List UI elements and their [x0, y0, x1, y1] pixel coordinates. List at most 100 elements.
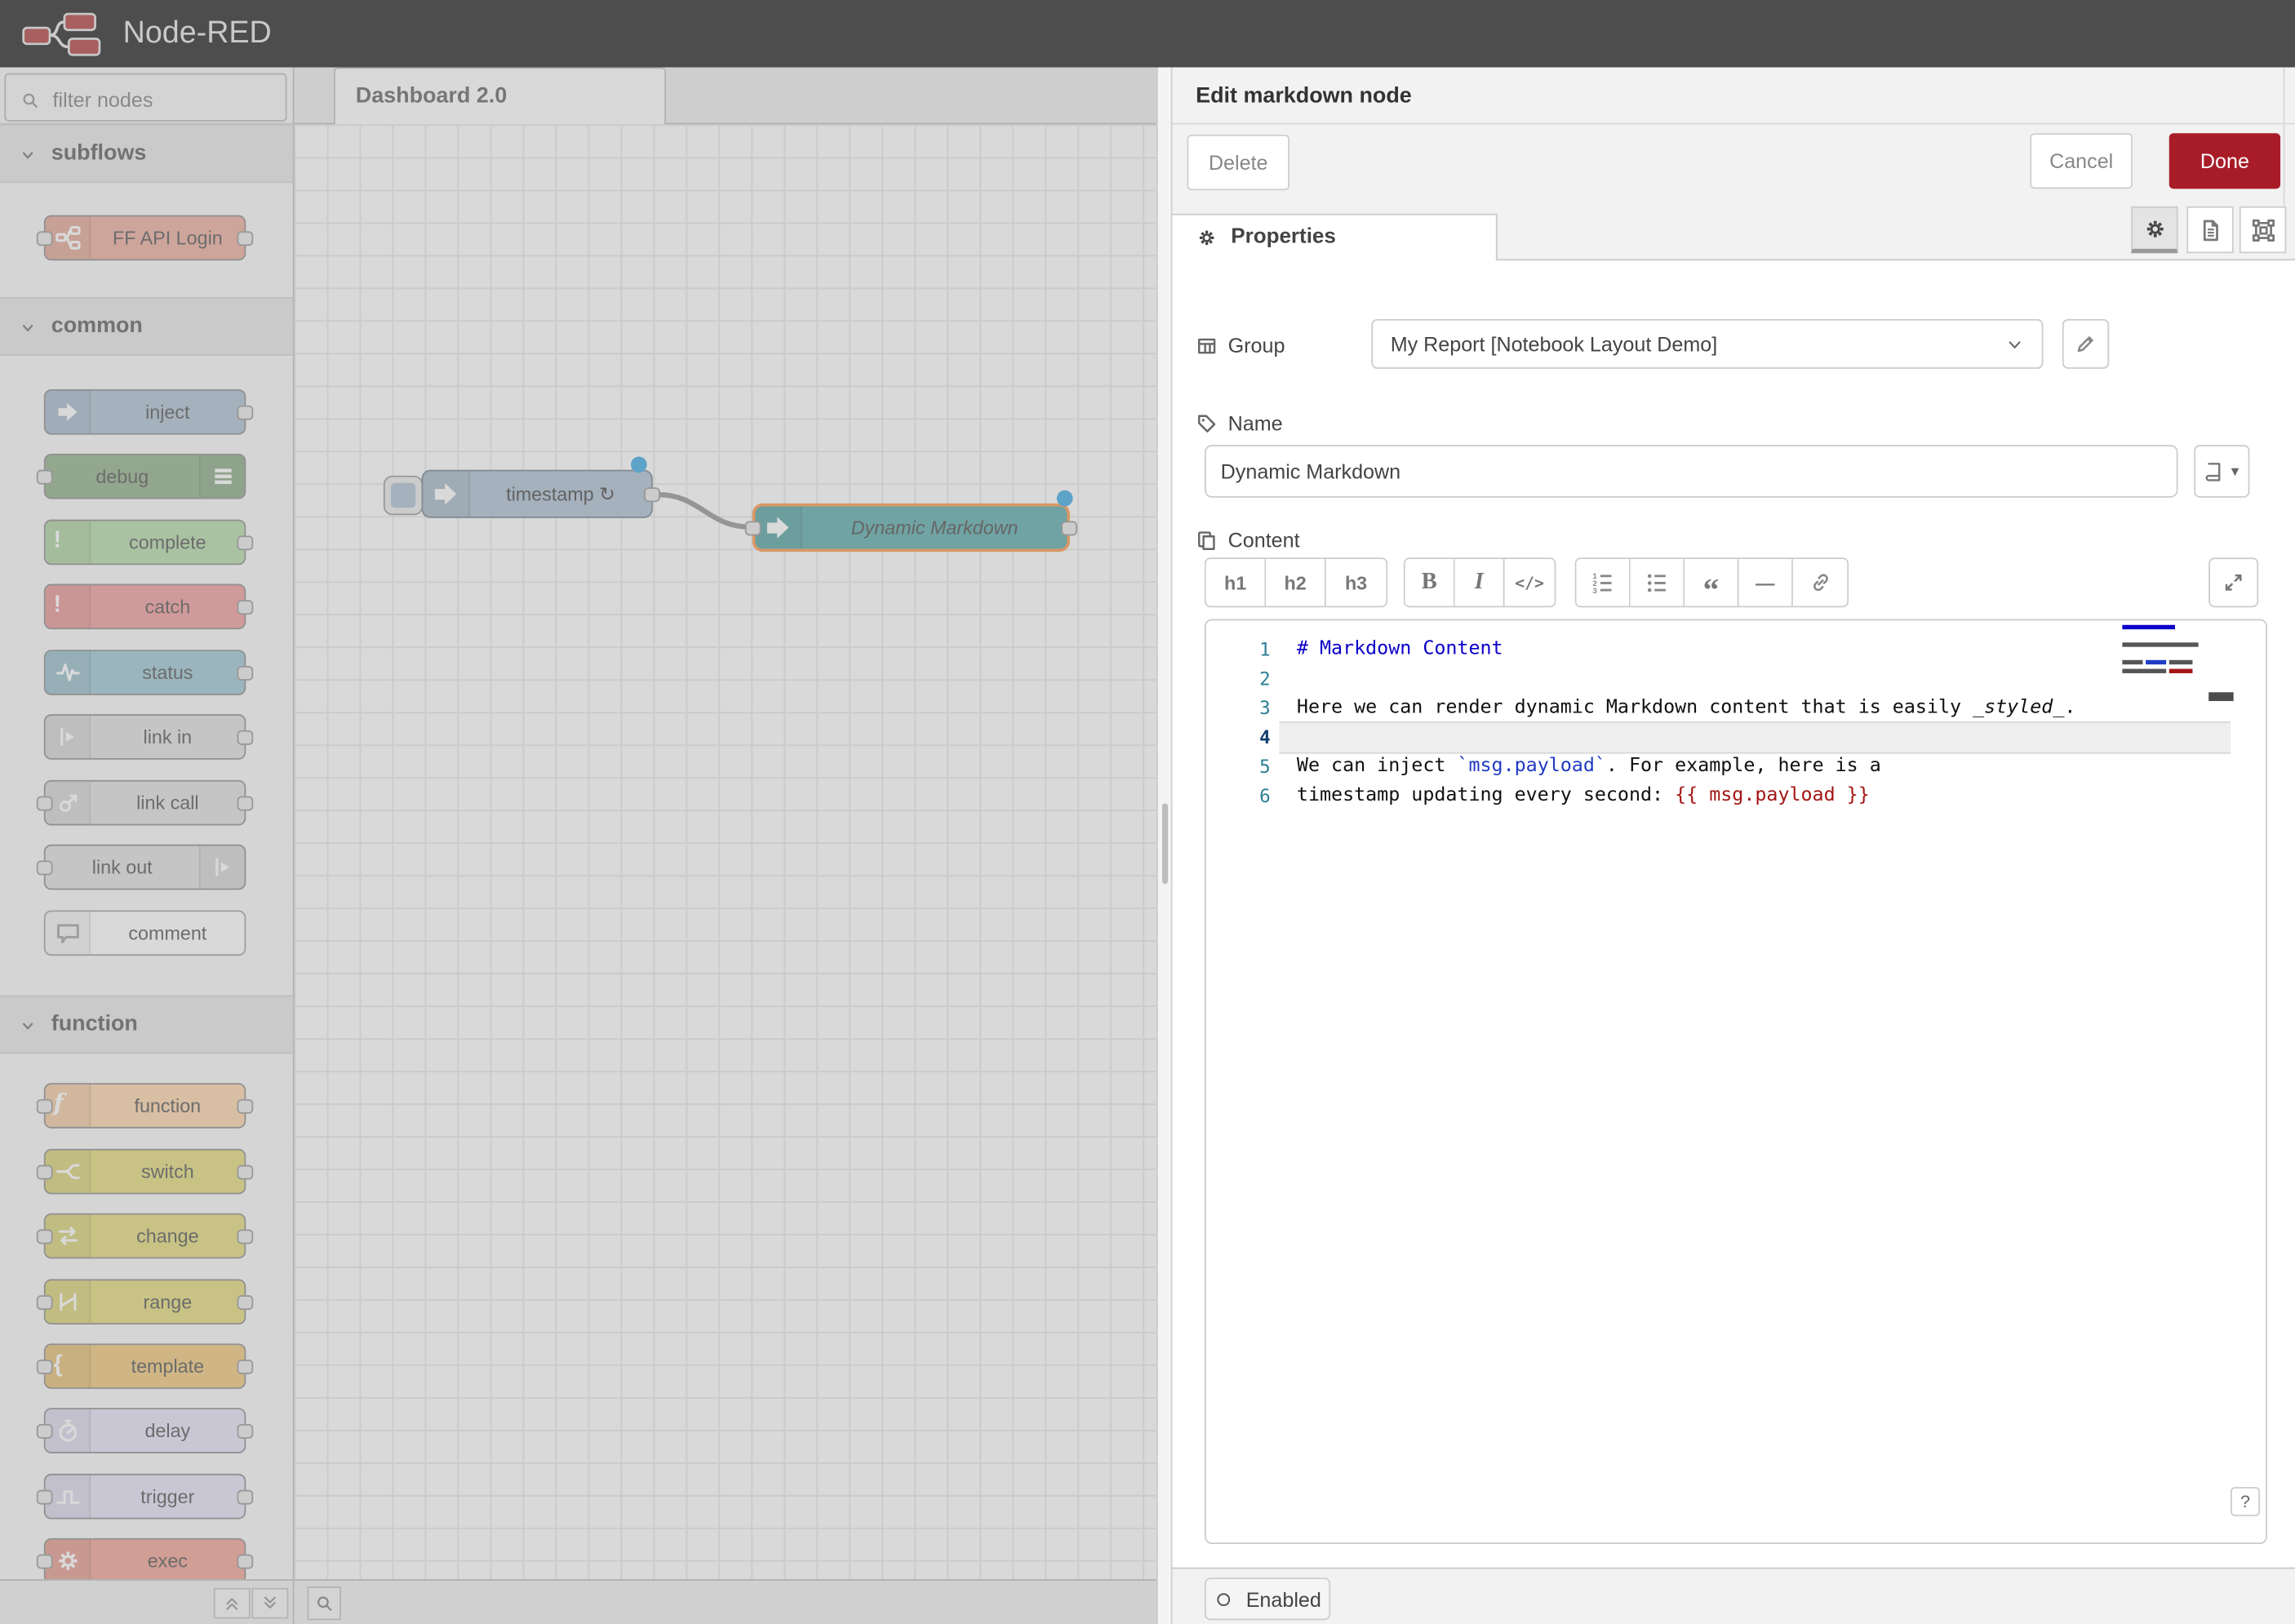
palette-node-link-call[interactable]: link call: [44, 780, 246, 826]
tray-tab-bar: Properties: [1172, 214, 2295, 260]
canvas-scrollbar-thumb[interactable]: [1162, 804, 1168, 885]
ordered-list-button[interactable]: 123: [1576, 559, 1630, 606]
markdown-code-editor[interactable]: 1# Markdown Content23Here we can render …: [1205, 619, 2267, 1544]
palette-category-common[interactable]: common: [0, 297, 293, 356]
line-content: timestamp updating every second: {{ msg.…: [1297, 782, 1870, 811]
palette-node-switch[interactable]: switch: [44, 1149, 246, 1195]
expand-all-button[interactable]: [251, 1588, 288, 1619]
h2-button[interactable]: h2: [1266, 559, 1326, 606]
tray-title: Edit markdown node: [1196, 83, 1412, 108]
editor-line-1[interactable]: 1# Markdown Content: [1206, 635, 2266, 664]
name-label-text: Name: [1228, 411, 1283, 435]
workspace-tab-bar: Dashboard 2.0: [294, 67, 1156, 124]
workspace-grid[interactable]: timestamp ↻ Dynamic Markdown: [294, 124, 1156, 1579]
tray-resize-handle[interactable]: [1156, 67, 1171, 1624]
description-tab-button[interactable]: [2186, 206, 2233, 253]
palette-category-function[interactable]: function: [0, 995, 293, 1054]
editor-minimap[interactable]: [2122, 625, 2207, 713]
magnifier-icon: [314, 1593, 335, 1613]
palette-node-change[interactable]: change: [44, 1214, 246, 1259]
node-icon-section: [46, 391, 91, 433]
node-icon-section: [423, 471, 469, 517]
palette-node-delay[interactable]: delay: [44, 1408, 246, 1453]
edit-group-button[interactable]: [2062, 319, 2109, 369]
node-red-app: Node-RED subflowsFF API Logincommoninjec…: [0, 0, 2295, 1624]
editor-help-button[interactable]: ?: [2231, 1487, 2260, 1516]
group-select-value: My Report [Notebook Layout Demo]: [1391, 321, 2042, 367]
palette-node-label: debug: [46, 455, 199, 498]
search-box[interactable]: [4, 73, 286, 122]
flow-node-dynamic-markdown[interactable]: Dynamic Markdown: [752, 504, 1070, 552]
palette-node-catch[interactable]: !catch: [44, 584, 246, 630]
unordered-list-button[interactable]: [1631, 559, 1685, 606]
content-field-label: Content: [1196, 524, 1299, 556]
palette-node-template[interactable]: {template: [44, 1343, 246, 1389]
group-select[interactable]: My Report [Notebook Layout Demo]: [1371, 319, 2043, 369]
palette-node-exec[interactable]: exec: [44, 1538, 246, 1579]
output-port: [237, 1165, 254, 1180]
name-type-button[interactable]: ▼: [2194, 445, 2249, 498]
chevron-down-icon: [18, 145, 38, 166]
output-port: [237, 666, 254, 681]
line-number: 3: [1206, 694, 1271, 723]
editor-line-4[interactable]: 4: [1206, 723, 2266, 752]
select-chevron-icon: [2005, 335, 2024, 354]
palette-node-link-out[interactable]: link out: [44, 845, 246, 890]
palette-category-subflows[interactable]: subflows: [0, 124, 293, 183]
enabled-toggle-button[interactable]: Enabled: [1205, 1577, 1330, 1620]
output-port: [237, 1295, 254, 1310]
trigger-wave-icon: [53, 1483, 81, 1511]
node-icon-section: !: [46, 521, 91, 563]
palette-node-ff-api-login[interactable]: FF API Login: [44, 215, 246, 261]
h1-button[interactable]: h1: [1206, 559, 1267, 606]
palette-node-range[interactable]: range: [44, 1279, 246, 1324]
editor-line-2[interactable]: 2: [1206, 664, 2266, 694]
code-button[interactable]: </>: [1505, 559, 1555, 606]
palette-node-complete[interactable]: !complete: [44, 520, 246, 566]
comment-bubble-icon: [53, 919, 81, 947]
italic-button[interactable]: I: [1455, 559, 1505, 606]
flow-node-timestamp[interactable]: timestamp ↻: [421, 470, 652, 518]
expand-editor-button[interactable]: [2208, 557, 2258, 607]
output-port: [237, 406, 254, 420]
inject-trigger-button[interactable]: [384, 476, 423, 515]
editor-line-3[interactable]: 3Here we can render dynamic Markdown con…: [1206, 694, 2266, 723]
delete-button[interactable]: Delete: [1187, 135, 1290, 190]
palette-node-trigger[interactable]: trigger: [44, 1474, 246, 1520]
group-label-text: Group: [1228, 334, 1285, 357]
properties-tab-button[interactable]: [2131, 206, 2177, 253]
view-navigator-button[interactable]: [308, 1586, 341, 1620]
input-port: [37, 1099, 53, 1114]
palette-node-link-in[interactable]: link in: [44, 714, 246, 760]
palette-node-comment[interactable]: comment: [44, 910, 246, 956]
editor-line-6[interactable]: 6timestamp updating every second: {{ msg…: [1206, 782, 2266, 811]
h3-button[interactable]: h3: [1326, 559, 1387, 606]
appearance-tab-button[interactable]: [2240, 206, 2286, 253]
node-icon-section: [46, 716, 91, 758]
flow-canvas: Dashboard 2.0 timestamp ↻ Dynamic Markdo…: [294, 67, 1156, 1624]
palette-node-inject[interactable]: inject: [44, 389, 246, 435]
palette-node-label: exec: [91, 1540, 244, 1579]
editor-line-5[interactable]: 5We can inject `msg.payload`. For exampl…: [1206, 752, 2266, 782]
pencil-icon: [2074, 332, 2097, 356]
collapse-all-button[interactable]: [214, 1588, 251, 1619]
palette-node-function[interactable]: ffunction: [44, 1083, 246, 1129]
done-button[interactable]: Done: [2169, 133, 2280, 189]
name-input[interactable]: [1205, 445, 2178, 498]
bold-button[interactable]: B: [1405, 559, 1455, 606]
link-button[interactable]: [1793, 559, 1847, 606]
link-arrow-icon: [209, 854, 237, 881]
svg-text:3: 3: [1593, 587, 1597, 594]
tab-dashboard-2-0[interactable]: Dashboard 2.0: [334, 67, 666, 124]
output-port[interactable]: [1061, 521, 1077, 535]
blockquote-button[interactable]: “: [1685, 559, 1738, 606]
cancel-button[interactable]: Cancel: [2030, 133, 2133, 189]
output-port[interactable]: [644, 487, 660, 502]
input-port[interactable]: [745, 521, 761, 535]
doc-icon: [2198, 217, 2222, 242]
palette-node-debug[interactable]: debug: [44, 454, 246, 499]
tab-properties[interactable]: Properties: [1172, 214, 1497, 260]
palette-node-status[interactable]: status: [44, 650, 246, 695]
palette-filter-input[interactable]: [50, 81, 260, 119]
horizontal-rule-button[interactable]: —: [1739, 559, 1793, 606]
